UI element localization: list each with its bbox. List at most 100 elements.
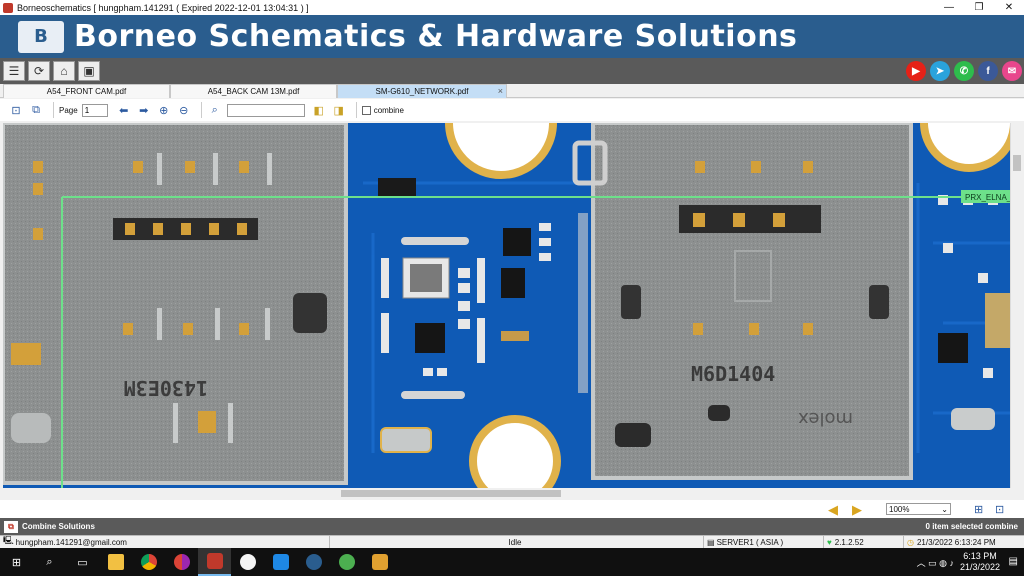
combine-label: combine (373, 105, 404, 115)
marking-right: M6D1404 (691, 362, 775, 386)
zoom-value: 100% (889, 504, 910, 514)
app-lion-icon[interactable] (363, 548, 396, 576)
status-server: ▤ SERVER1 ( ASIA ) (704, 535, 824, 549)
combine-title: Combine Solutions (22, 522, 95, 531)
tray-icons[interactable]: ︿ ▭ ◍ ♪ (917, 556, 954, 569)
status-state-text: Idle (508, 537, 522, 547)
status-datetime-text: 21/3/2022 6:13:24 PM (916, 537, 996, 547)
page-nav-bar: ◀ ▶ 100% ⌄ ⊞ ⊡ (0, 500, 1024, 518)
fit-page-icon[interactable]: ⊡ (995, 503, 1004, 516)
user-icon: 🖳 (3, 536, 14, 545)
title-bar: Borneoschematics [ hungpham.141291 ( Exp… (0, 0, 1024, 15)
pcb-image: 1430E3M M6D1404 molex PRX_ELNA_ (3, 123, 1010, 488)
home-icon[interactable]: ⌂ (53, 61, 75, 81)
task-view-icon[interactable]: ▭ (66, 548, 99, 576)
horizontal-scrollbar[interactable] (3, 488, 1010, 499)
search-input[interactable] (226, 103, 305, 117)
page-input[interactable] (81, 103, 108, 117)
status-version: ♥ 2.1.2.52 (824, 535, 904, 549)
file-explorer-icon[interactable] (99, 548, 132, 576)
fit-page-icon[interactable]: ⊡ (8, 102, 24, 118)
status-user: 🖳 hungpham.141291@gmail.com (0, 535, 330, 549)
marking-left: 1430E3M (124, 376, 208, 400)
separator (53, 102, 54, 118)
search-icon[interactable]: ⌕ (207, 102, 223, 118)
separator (355, 102, 357, 118)
clock-time: 6:13 PM (963, 551, 997, 561)
youtube-icon[interactable]: ▶ (906, 61, 926, 81)
tab-a54-front-cam[interactable]: A54_FRONT CAM.pdf (3, 84, 170, 98)
header-banner: B Borneo Schematics & Hardware Solutions (0, 15, 1024, 58)
net-label-tag: PRX_ELNA_ (965, 193, 1010, 202)
clock-date: 21/3/2022 (959, 562, 1000, 572)
status-bar: 🖳 hungpham.141291@gmail.com Idle ▤ SERVER1… (0, 535, 1024, 549)
marking-molex: molex (798, 408, 853, 429)
whatsapp-icon[interactable]: ✆ (954, 61, 974, 81)
combine-icon: ⧉ (4, 520, 18, 533)
tab-label: A54_BACK CAM 13M.pdf (207, 87, 300, 96)
borneo-logo: B (18, 20, 64, 53)
combine-checkbox[interactable] (361, 105, 371, 115)
search-icon[interactable]: ⌕ (33, 548, 66, 576)
pdf-viewer[interactable]: 1430E3M M6D1404 molex PRX_ELNA_ (3, 123, 1010, 488)
menu-icon[interactable]: ☰ (3, 61, 25, 81)
find-previous-icon[interactable]: ◧ (311, 102, 327, 118)
zoom-in-icon[interactable]: ⊕ (156, 102, 172, 118)
windows-icon[interactable]: ⊞ (0, 548, 33, 576)
scroll-thumb[interactable] (341, 490, 561, 497)
main-toolbar: ☰ ⟳ ⌂ ▣ ▶ ➤ ✆ f ✉ (0, 58, 1024, 84)
fit-width-icon[interactable]: ⊞ (974, 503, 983, 516)
clock-icon: ◷ (907, 537, 914, 547)
status-user-text: hungpham.141291@gmail.com (15, 537, 127, 547)
pdf-toolbar: ⊡ ⧉ Page ⬅ ➡ ⊕ ⊖ ⌕ ◧ ◨ combine (0, 99, 1024, 121)
tab-label: SM-G610_NETWORK.pdf (375, 87, 469, 96)
arrow-left-icon[interactable]: ⬅ (116, 102, 132, 118)
previous-page-icon[interactable]: ◀ (828, 502, 838, 518)
app3-icon[interactable] (264, 548, 297, 576)
tab-sm-g610-network[interactable]: SM-G610_NETWORK.pdf × (337, 84, 507, 98)
page-label: Page (59, 105, 78, 115)
window-title: Borneoschematics [ hungpham.141291 ( Exp… (17, 2, 309, 13)
arrow-right-icon[interactable]: ➡ (136, 102, 152, 118)
status-datetime: ◷ 21/3/2022 6:13:24 PM (904, 536, 1024, 549)
app-green-icon[interactable] (330, 548, 363, 576)
close-button[interactable]: ✕ (994, 2, 1024, 13)
borneo-app-icon[interactable] (198, 548, 231, 576)
clock[interactable]: 6:13 PM 21/3/2022 (960, 551, 1000, 573)
tab-label: A54_FRONT CAM.pdf (46, 87, 127, 96)
notification-icon[interactable]: ▤ (1009, 556, 1018, 567)
messenger-icon[interactable]: ✉ (1002, 61, 1022, 81)
zoom-out-icon[interactable]: ⊖ (176, 102, 192, 118)
facebook-icon[interactable]: f (978, 61, 998, 81)
tab-close-icon[interactable]: × (498, 86, 503, 96)
scroll-thumb[interactable] (1013, 155, 1021, 171)
maximize-button[interactable]: ❐ (964, 2, 994, 13)
server-icon: ▤ (707, 537, 715, 547)
screen-icon[interactable]: ▣ (78, 61, 100, 81)
chevron-down-icon: ⌄ (941, 504, 948, 514)
social-links: ▶ ➤ ✆ f ✉ (902, 61, 1022, 81)
telegram-icon[interactable]: ➤ (930, 61, 950, 81)
status-version-text: 2.1.2.52 (834, 537, 864, 547)
next-page-icon[interactable]: ▶ (852, 502, 862, 518)
left-shield-can: 1430E3M (3, 123, 348, 485)
chrome-icon[interactable] (132, 548, 165, 576)
combine-bar: ⧉ Combine Solutions 0 item selected comb… (0, 518, 1024, 535)
status-state: Idle (330, 535, 704, 549)
itunes-icon[interactable] (231, 548, 264, 576)
windows-taskbar: ⊞ ⌕ ▭ ︿ ▭ ◍ ♪ 6:13 PM 21/3/2022 ▤ (0, 548, 1024, 576)
refresh-icon[interactable]: ⟳ (28, 61, 50, 81)
zoom-select[interactable]: 100% ⌄ (886, 503, 951, 515)
rotate-icon[interactable]: ⧉ (28, 102, 44, 118)
app-icon (3, 2, 13, 13)
status-server-text: SERVER1 ( ASIA ) (716, 537, 784, 547)
minimize-button[interactable]: — (934, 2, 964, 13)
tab-a54-back-cam[interactable]: A54_BACK CAM 13M.pdf (170, 84, 337, 98)
chrome-profile-icon[interactable] (165, 548, 198, 576)
separator (200, 102, 202, 118)
vertical-scrollbar[interactable] (1010, 123, 1022, 488)
version-icon: ♥ (827, 537, 832, 547)
banner-title: Borneo Schematics & Hardware Solutions (74, 19, 798, 54)
find-next-icon[interactable]: ◨ (331, 102, 347, 118)
app-blue-icon[interactable] (297, 548, 330, 576)
